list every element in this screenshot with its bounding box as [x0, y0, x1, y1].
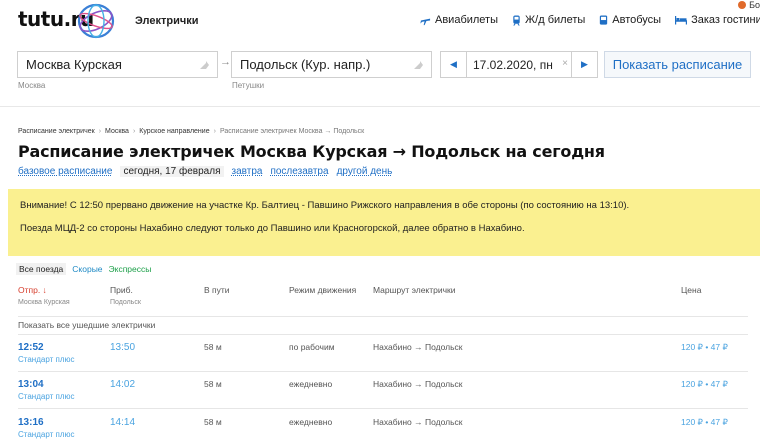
user-corner[interactable]: Бо [738, 0, 760, 10]
breadcrumb-current: Расписание электричек Москва → Подольск [220, 128, 364, 135]
nav-hotels-label: Заказ гостиниц [691, 14, 760, 26]
nav-trains-label: Ж/д билеты [525, 14, 585, 26]
column-duration[interactable]: В пути [204, 285, 230, 295]
breadcrumb-item[interactable]: Расписание электричек [18, 128, 95, 135]
arrival-time: 14:14 [110, 417, 135, 428]
train-icon [512, 15, 521, 26]
filter-fast[interactable]: Скорые [72, 263, 102, 275]
breadcrumb-item[interactable]: Курское направление [139, 128, 209, 135]
train-filter-tabs: Все поезда Скорые Экспрессы [16, 263, 151, 275]
operating-days: по рабочим [289, 342, 335, 352]
alert-line-1: Внимание! С 12:50 прервано движение на у… [20, 200, 629, 211]
column-arrival-station: Подольск [110, 299, 141, 306]
plane-icon [420, 15, 431, 26]
table-divider [18, 334, 748, 335]
train-class: Стандарт плюс [18, 430, 75, 439]
nav-flights[interactable]: Авиабилеты [420, 14, 498, 26]
arrival-time: 13:50 [110, 342, 135, 353]
table-row[interactable]: 12:52 Стандарт плюс 13:50 58 м по рабочи… [0, 342, 760, 378]
tab-other-day[interactable]: другой день [337, 166, 393, 177]
column-departure-label: Отпр. ↓ [18, 285, 47, 295]
service-alert: Внимание! С 12:50 прервано движение на у… [8, 189, 760, 256]
column-arrival-label: Приб. [110, 285, 133, 295]
column-mode: Режим движения [289, 285, 356, 295]
from-station-value: Москва Курская [26, 57, 122, 72]
train-route[interactable]: Нахабино → Подольск [373, 379, 463, 389]
to-station-value: Подольск (Кур. напр.) [240, 57, 370, 72]
show-schedule-button[interactable]: Показать расписание [604, 51, 751, 78]
breadcrumb-separator: › [99, 128, 101, 135]
ticket-price: 120 ₽ • 47 ₽ [681, 379, 728, 390]
date-value: 17.02.2020, пн [473, 58, 553, 72]
clear-from-icon[interactable] [200, 61, 209, 69]
to-station-field[interactable]: Подольск (Кур. напр.) [231, 51, 432, 78]
trip-duration: 58 м [204, 417, 222, 427]
tab-base-schedule[interactable]: базовое расписание [18, 166, 112, 177]
arrival-time: 14:02 [110, 379, 135, 390]
table-row[interactable]: 13:04 Стандарт плюс 14:02 58 м ежедневно… [0, 379, 760, 415]
filter-express[interactable]: Экспрессы [109, 263, 152, 275]
trip-duration: 58 м [204, 379, 222, 389]
ticket-price: 120 ₽ • 47 ₽ [681, 342, 728, 353]
breadcrumb: Расписание электричек › Москва › Курское… [18, 128, 364, 135]
top-nav: Авиабилеты Ж/д билеты Автобусы Заказ гос… [420, 14, 760, 26]
page-title: Расписание электричек Москва Курская → П… [18, 142, 605, 161]
clear-to-icon[interactable] [414, 61, 423, 69]
breadcrumb-separator: › [133, 128, 135, 135]
train-route[interactable]: Нахабино → Подольск [373, 417, 463, 427]
trip-duration: 58 м [204, 342, 222, 352]
direction-arrow-icon: → [220, 56, 231, 68]
nav-flights-label: Авиабилеты [435, 14, 498, 26]
to-station-hint: Петушки [232, 81, 264, 90]
breadcrumb-separator: › [214, 128, 216, 135]
train-class: Стандарт плюс [18, 392, 75, 401]
header-divider [0, 106, 760, 107]
from-station-field[interactable]: Москва Курская [17, 51, 218, 78]
table-row[interactable]: 13:16 Стандарт плюс 14:14 58 м ежедневно… [0, 417, 760, 442]
operating-days: ежедневно [289, 379, 332, 389]
departure-time[interactable]: 13:04 [18, 379, 44, 390]
section-title: Электрички [135, 15, 199, 27]
show-departed-link[interactable]: Показать все ушедшие электрички [18, 320, 155, 330]
column-departure-station: Москва Курская [18, 299, 70, 306]
departure-time[interactable]: 12:52 [18, 342, 44, 353]
table-divider [18, 408, 748, 409]
table-divider [18, 371, 748, 372]
nav-buses-label: Автобусы [612, 14, 661, 26]
clear-date-icon[interactable]: × [562, 58, 568, 69]
ticket-price: 120 ₽ • 47 ₽ [681, 417, 728, 428]
column-departure[interactable]: Отпр. ↓ Москва Курская [18, 285, 70, 306]
nav-buses[interactable]: Автобусы [599, 14, 661, 26]
breadcrumb-item[interactable]: Москва [105, 128, 129, 135]
nav-trains[interactable]: Ж/д билеты [512, 14, 585, 26]
prev-day-button[interactable]: ◀ [441, 52, 467, 77]
date-picker: ◀ 17.02.2020, пн × ▶ [440, 51, 598, 78]
tab-day-after-tomorrow[interactable]: послезавтра [270, 166, 328, 177]
tab-tomorrow[interactable]: завтра [232, 166, 263, 177]
from-station-hint: Москва [18, 81, 45, 90]
site-logo[interactable]: tutu.ru [18, 4, 128, 38]
column-arrival[interactable]: Приб. Подольск [110, 285, 141, 306]
next-day-button[interactable]: ▶ [571, 52, 597, 77]
tab-today: сегодня, 17 февраля [120, 166, 223, 177]
train-class: Стандарт плюс [18, 355, 75, 364]
user-corner-label: Бо [749, 0, 760, 10]
bus-icon [599, 15, 608, 26]
date-field[interactable]: 17.02.2020, пн × [467, 52, 571, 77]
table-divider [18, 316, 748, 317]
departure-time[interactable]: 13:16 [18, 417, 44, 428]
nav-hotels[interactable]: Заказ гостиниц [675, 14, 760, 26]
alert-line-2: Поезда МЦД-2 со стороны Нахабино следуют… [20, 223, 525, 234]
column-route: Маршрут электрички [373, 285, 456, 295]
globe-logo-icon [76, 2, 116, 40]
user-status-icon [738, 1, 746, 9]
day-tabs: базовое расписание сегодня, 17 февраля з… [18, 166, 392, 177]
operating-days: ежедневно [289, 417, 332, 427]
hotel-icon [675, 15, 687, 25]
column-price[interactable]: Цена [681, 285, 701, 295]
filter-all-trains[interactable]: Все поезда [16, 263, 66, 275]
train-route[interactable]: Нахабино → Подольск [373, 342, 463, 352]
